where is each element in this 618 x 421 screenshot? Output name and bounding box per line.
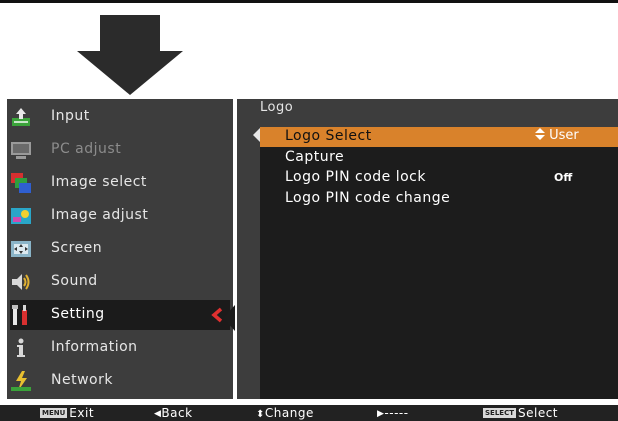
row-label: Logo Select [285, 128, 372, 144]
sidebar-item-screen[interactable]: Screen [7, 234, 233, 264]
image-select-icon [11, 173, 31, 193]
sidebar-item-label: Image adjust [51, 207, 149, 223]
connector-pointer [223, 305, 235, 331]
row-label: Capture [285, 149, 345, 165]
network-icon [11, 371, 31, 391]
row-logo-select[interactable]: Logo Select User [260, 127, 618, 147]
monitor-icon [11, 142, 31, 159]
sidebar-item-label: Input [51, 108, 90, 124]
row-value[interactable]: User [535, 128, 579, 143]
sidebar-item-label: Image select [51, 174, 147, 190]
sidebar-item-label: Network [51, 372, 113, 388]
sidebar-item-sound[interactable]: Sound [7, 267, 233, 297]
back-label: Back [161, 406, 193, 420]
down-arrow-icon [77, 15, 183, 95]
sidebar-item-label: Information [51, 339, 138, 355]
main-menu-sidebar: Input PC adjust Image select Image adjus… [7, 99, 233, 399]
change-label: Change [264, 406, 314, 420]
sidebar-item-label: PC adjust [51, 141, 122, 157]
exit-hint[interactable]: MENU Exit [40, 406, 94, 420]
sidebar-item-label: Setting [51, 306, 105, 322]
tools-icon [12, 305, 27, 325]
row-capture[interactable]: Capture [260, 148, 618, 168]
logo-submenu-panel: Logo Logo Select User Capture Logo PIN c… [237, 99, 618, 399]
sidebar-item-network[interactable]: Network [7, 366, 233, 396]
row-logo-pin-lock[interactable]: Logo PIN code lock Off [260, 168, 618, 188]
sidebar-item-information[interactable]: Information [7, 333, 233, 363]
next-label: ----- [384, 406, 409, 420]
sidebar-item-pc-adjust[interactable]: PC adjust [7, 135, 233, 165]
change-hint[interactable]: ⬍Change [256, 406, 314, 420]
back-hint[interactable]: ◀Back [154, 406, 193, 420]
exit-label: Exit [69, 406, 95, 420]
panel-title: Logo [260, 100, 294, 115]
select-key-icon: SELECT [483, 408, 516, 418]
info-icon [17, 338, 25, 357]
select-hint[interactable]: SELECT Select [483, 406, 558, 420]
sidebar-item-setting[interactable]: Setting [10, 300, 230, 330]
up-down-arrow-icon: ⬍ [256, 409, 265, 420]
select-label: Select [517, 406, 559, 420]
sidebar-item-image-select[interactable]: Image select [7, 168, 233, 198]
row-label: Logo PIN code lock [285, 169, 426, 185]
logo-select-value: User [549, 128, 579, 143]
key-guide-bar: MENU Exit ◀Back ⬍Change ▶----- SELECT Sele… [0, 405, 618, 421]
row-value: Off [554, 171, 573, 184]
up-down-arrow-icon [535, 128, 545, 140]
screen-icon [11, 241, 31, 257]
speaker-icon [12, 274, 30, 290]
submenu-list: Logo Select User Capture Logo PIN code l… [260, 127, 618, 399]
row-label: Logo PIN code change [285, 190, 451, 206]
menu-key-icon: MENU [40, 408, 68, 418]
sidebar-item-image-adjust[interactable]: Image adjust [7, 201, 233, 231]
input-icon [12, 108, 30, 126]
row-logo-pin-change[interactable]: Logo PIN code change [260, 189, 618, 209]
sidebar-item-label: Sound [51, 273, 98, 289]
sidebar-item-label: Screen [51, 240, 103, 256]
sidebar-item-input[interactable]: Input [7, 102, 233, 132]
image-adjust-icon [11, 208, 31, 224]
next-hint[interactable]: ▶----- [377, 406, 409, 420]
